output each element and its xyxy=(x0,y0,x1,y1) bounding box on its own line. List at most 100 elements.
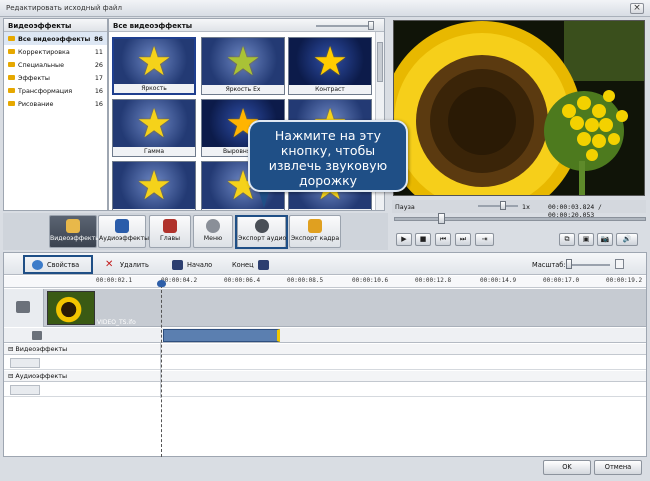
effect-label xyxy=(289,209,371,210)
star-icon: ★ xyxy=(136,162,172,209)
effect-preview: ★ xyxy=(202,38,284,85)
effect-tile-brightness-ex[interactable]: ★ Яркость Ex xyxy=(201,37,285,95)
star-icon: ★ xyxy=(136,39,172,84)
grid-scrollbar-thumb[interactable] xyxy=(377,42,383,82)
properties-highlight xyxy=(23,255,93,274)
category-label: Рисование xyxy=(18,100,54,108)
window-title: Редактировать исходный файл xyxy=(6,4,122,12)
category-transform[interactable]: Трансформация 16 xyxy=(4,84,107,97)
effect-label: Яркость xyxy=(114,84,194,93)
visibility-icon[interactable] xyxy=(10,358,40,368)
audio-track xyxy=(4,328,646,343)
start-marker-icon xyxy=(172,260,183,270)
delete-icon: ✕ xyxy=(105,259,114,270)
play-button[interactable]: ▶ xyxy=(396,233,412,246)
hint-tooltip: Нажмите на эту кнопку, чтобы извлечь зву… xyxy=(248,120,408,192)
close-button[interactable]: × xyxy=(630,3,644,14)
speed-slider[interactable] xyxy=(478,205,518,207)
chapters-icon xyxy=(163,219,177,233)
effects-panel-header: Видеоэффекты xyxy=(4,19,107,32)
thumbnail-size-slider[interactable] xyxy=(316,25,368,27)
category-count: 26 xyxy=(94,61,103,69)
set-start-button[interactable]: Начало xyxy=(172,258,212,272)
start-label: Начало xyxy=(187,261,213,269)
star-icon: ★ xyxy=(225,38,261,85)
snapshot-button[interactable]: 📷 xyxy=(597,233,613,246)
category-special[interactable]: Специальные 26 xyxy=(4,58,107,71)
ok-button[interactable]: OK xyxy=(543,460,591,475)
video-effects-section[interactable]: ⊟ Видеоэффекты xyxy=(4,344,646,355)
speed-slider-thumb[interactable] xyxy=(500,201,506,210)
aspect-ratio-button[interactable]: ▣ xyxy=(578,233,594,246)
video-clip-name: VIDEO_TS.ifo xyxy=(97,319,136,326)
effect-preview: ★ xyxy=(114,39,194,84)
scale-slider-thumb[interactable] xyxy=(566,259,572,269)
effect-tile-contrast[interactable]: ★ Контраст xyxy=(288,37,372,95)
thumbnail-size-slider-thumb[interactable] xyxy=(368,21,374,30)
tab-audio-effects[interactable]: Аудиоэффекты xyxy=(98,215,149,248)
video-preview xyxy=(393,20,645,196)
tab-label: Меню xyxy=(203,235,223,242)
category-drawing[interactable]: Рисование 16 xyxy=(4,97,107,110)
category-all[interactable]: Все видеоэффекты 86 xyxy=(4,32,107,45)
audio-effects-row xyxy=(4,383,646,397)
sunflower-frame xyxy=(394,21,644,195)
video-clip-thumbnail[interactable] xyxy=(47,291,95,325)
folder-icon xyxy=(8,75,15,80)
set-end-button[interactable]: Конец xyxy=(232,258,273,272)
category-label: Специальные xyxy=(18,61,64,69)
effect-tile-brightness[interactable]: ★ Яркость xyxy=(112,37,196,95)
scale-label: Масштаб: xyxy=(532,261,566,269)
go-to-end-button[interactable]: ⇥ xyxy=(475,233,494,246)
audio-clip[interactable] xyxy=(163,329,280,342)
ruler-tick: 00:00:06.4 xyxy=(224,277,261,284)
tab-export-frame[interactable]: Экспорт кадра xyxy=(289,215,341,248)
effect-label: Яркость Ex xyxy=(202,85,284,94)
export-audio-highlight xyxy=(235,215,288,249)
fullscreen-button[interactable]: ⧉ xyxy=(559,233,575,246)
film-icon xyxy=(16,301,30,313)
menu-icon xyxy=(206,219,220,233)
fit-timeline-icon[interactable] xyxy=(615,259,624,269)
visibility-icon[interactable] xyxy=(10,385,40,395)
effect-tile-7[interactable]: ★ xyxy=(112,161,196,210)
category-correction[interactable]: Корректировка 11 xyxy=(4,45,107,58)
stop-button[interactable]: ■ xyxy=(415,233,431,246)
seek-bar[interactable] xyxy=(394,217,646,221)
next-frame-button[interactable]: ⏭ xyxy=(455,233,471,246)
grid-panel-header: Все видеоэффекты xyxy=(109,19,384,32)
volume-button[interactable]: 🔊 xyxy=(616,233,638,246)
tab-video-effects[interactable]: Видеоэффекты xyxy=(49,215,100,248)
effect-label: Гамма xyxy=(113,147,195,156)
ruler-tick: 00:00:10.6 xyxy=(352,277,389,284)
video-effects-icon xyxy=(66,219,80,233)
effect-label xyxy=(202,209,284,210)
category-count: 17 xyxy=(94,74,103,82)
seek-bar-thumb[interactable] xyxy=(438,213,446,224)
audio-effects-section[interactable]: ⊟ Аудиоэффекты xyxy=(4,371,646,382)
timeline-cursor-handle[interactable] xyxy=(157,280,166,287)
video-track-header xyxy=(4,289,44,327)
tab-menu[interactable]: Меню xyxy=(193,215,233,248)
effect-preview: ★ xyxy=(113,100,195,147)
category-count: 16 xyxy=(94,87,103,95)
tab-chapters[interactable]: Главы xyxy=(149,215,191,248)
category-count: 16 xyxy=(94,100,103,108)
cancel-button[interactable]: Отмена xyxy=(594,460,642,475)
end-label: Конец xyxy=(232,261,254,269)
category-count: 11 xyxy=(94,48,103,56)
category-label: Эффекты xyxy=(18,74,50,82)
effect-label: Контраст xyxy=(289,85,371,94)
folder-icon xyxy=(8,101,15,106)
effect-tile-gamma[interactable]: ★ Гамма xyxy=(112,99,196,157)
audio-track-icon xyxy=(32,331,42,340)
ruler-tick: 00:00:02.1 xyxy=(96,277,133,284)
folder-icon xyxy=(8,49,15,54)
delete-button[interactable]: ✕ Удалить xyxy=(105,258,149,272)
previous-frame-button[interactable]: ⏮ xyxy=(435,233,451,246)
scale-slider[interactable] xyxy=(568,264,610,266)
effect-preview: ★ xyxy=(289,38,371,85)
audio-effects-section-label: Аудиоэффекты xyxy=(15,372,68,380)
category-label: Трансформация xyxy=(18,87,73,95)
category-effects[interactable]: Эффекты 17 xyxy=(4,71,107,84)
